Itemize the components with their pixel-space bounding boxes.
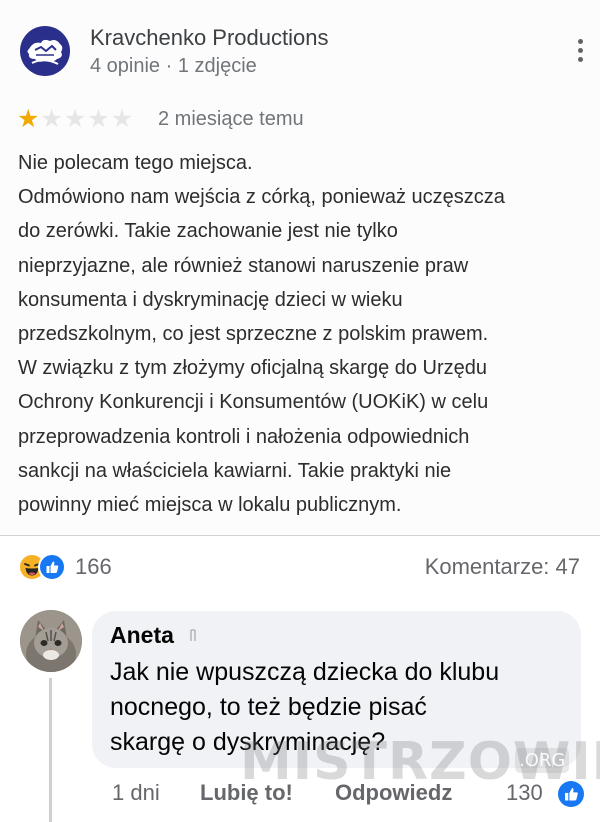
- comment-author[interactable]: Aneta: [110, 622, 174, 649]
- star-empty-icon: ★: [110, 105, 134, 133]
- profile-logo-icon: [27, 39, 63, 65]
- review-text-line: nieprzyjazne, ale również stanowi narusz…: [18, 254, 469, 277]
- review-text-line: powinny mieć miejsca w lokalu publicznym…: [18, 494, 402, 517]
- comment-actions: 1 dni Lubię to! Odpowiedz 130: [0, 780, 600, 810]
- review-text: Nie polecam tego miejsca. Odmówiono nam w…: [18, 146, 593, 522]
- like-button[interactable]: Lubię to!: [200, 780, 293, 806]
- star-filled-icon: ★: [17, 105, 40, 133]
- review-text-line: Nie polecam tego miejsca.: [18, 152, 253, 174]
- comment-text-line: Jak nie wpuszczą dziecka do klubu: [110, 658, 500, 686]
- like-reaction-icon: [38, 553, 66, 581]
- review-time: 2 miesiące temu: [158, 108, 304, 130]
- commenter-avatar[interactable]: [20, 610, 82, 672]
- comment-text-line: skargę o dyskryminację?: [110, 728, 386, 756]
- more-vert-icon[interactable]: [573, 39, 587, 69]
- review-card: Kravchenko Productions 4 opinie · 1 zdję…: [0, 0, 600, 535]
- reviewer-avatar[interactable]: [20, 26, 70, 76]
- review-text-line: Odmówiono nam wejścia z córką, ponieważ …: [18, 186, 505, 209]
- comment-text: Jak nie wpuszczą dziecka do klubu nocnego…: [110, 655, 570, 760]
- comment-time[interactable]: 1 dni: [112, 780, 160, 806]
- review-text-line: przeprowadzenia kontroli i nałożenia odp…: [18, 425, 470, 448]
- review-text-line: Ochrony Konkurencji i Konsumentów (UOKiK…: [18, 391, 489, 414]
- review-text-line: do zerówki. Takie zachowanie jest nie ty…: [18, 220, 398, 243]
- reactions-count[interactable]: 166: [75, 554, 112, 580]
- like-small-icon: [558, 781, 584, 807]
- review-text-line: przedszkolnym, co jest sprzeczne z polsk…: [18, 323, 489, 346]
- star-empty-icon: ★: [40, 105, 63, 133]
- comments-count-link[interactable]: Komentarze: 47: [425, 554, 580, 580]
- star-empty-icon: ★: [63, 105, 87, 133]
- reply-button[interactable]: Odpowiedz: [335, 780, 452, 806]
- comment-bubble: Aneta Jak nie wpuszczą dziecka do klubu n…: [92, 611, 581, 768]
- cat-avatar-image: [20, 610, 82, 672]
- review-text-line: sankcji na właściciela kawiarni. Takie p…: [18, 459, 452, 482]
- reactions-summary[interactable]: [18, 553, 70, 581]
- star-rating: ★ ★ ★ ★ ★: [17, 107, 133, 132]
- review-text-line: konsumenta i dyskryminację dzieci w wiek…: [18, 288, 403, 311]
- reviewer-name[interactable]: Kravchenko Productions: [90, 25, 328, 51]
- comment-likes[interactable]: 130: [506, 780, 584, 808]
- badge-icon: [190, 629, 196, 641]
- comment-likes-count: 130: [506, 780, 543, 805]
- comment-text-line: nocnego, to też będzie pisać: [110, 693, 427, 721]
- reviewer-meta: 4 opinie · 1 zdjęcie: [90, 55, 257, 77]
- review-text-line: W związku z tym złożymy oficjalną skargę…: [18, 357, 488, 380]
- star-empty-icon: ★: [87, 105, 110, 133]
- post-stats-bar: 166 Komentarze: 47: [0, 535, 600, 596]
